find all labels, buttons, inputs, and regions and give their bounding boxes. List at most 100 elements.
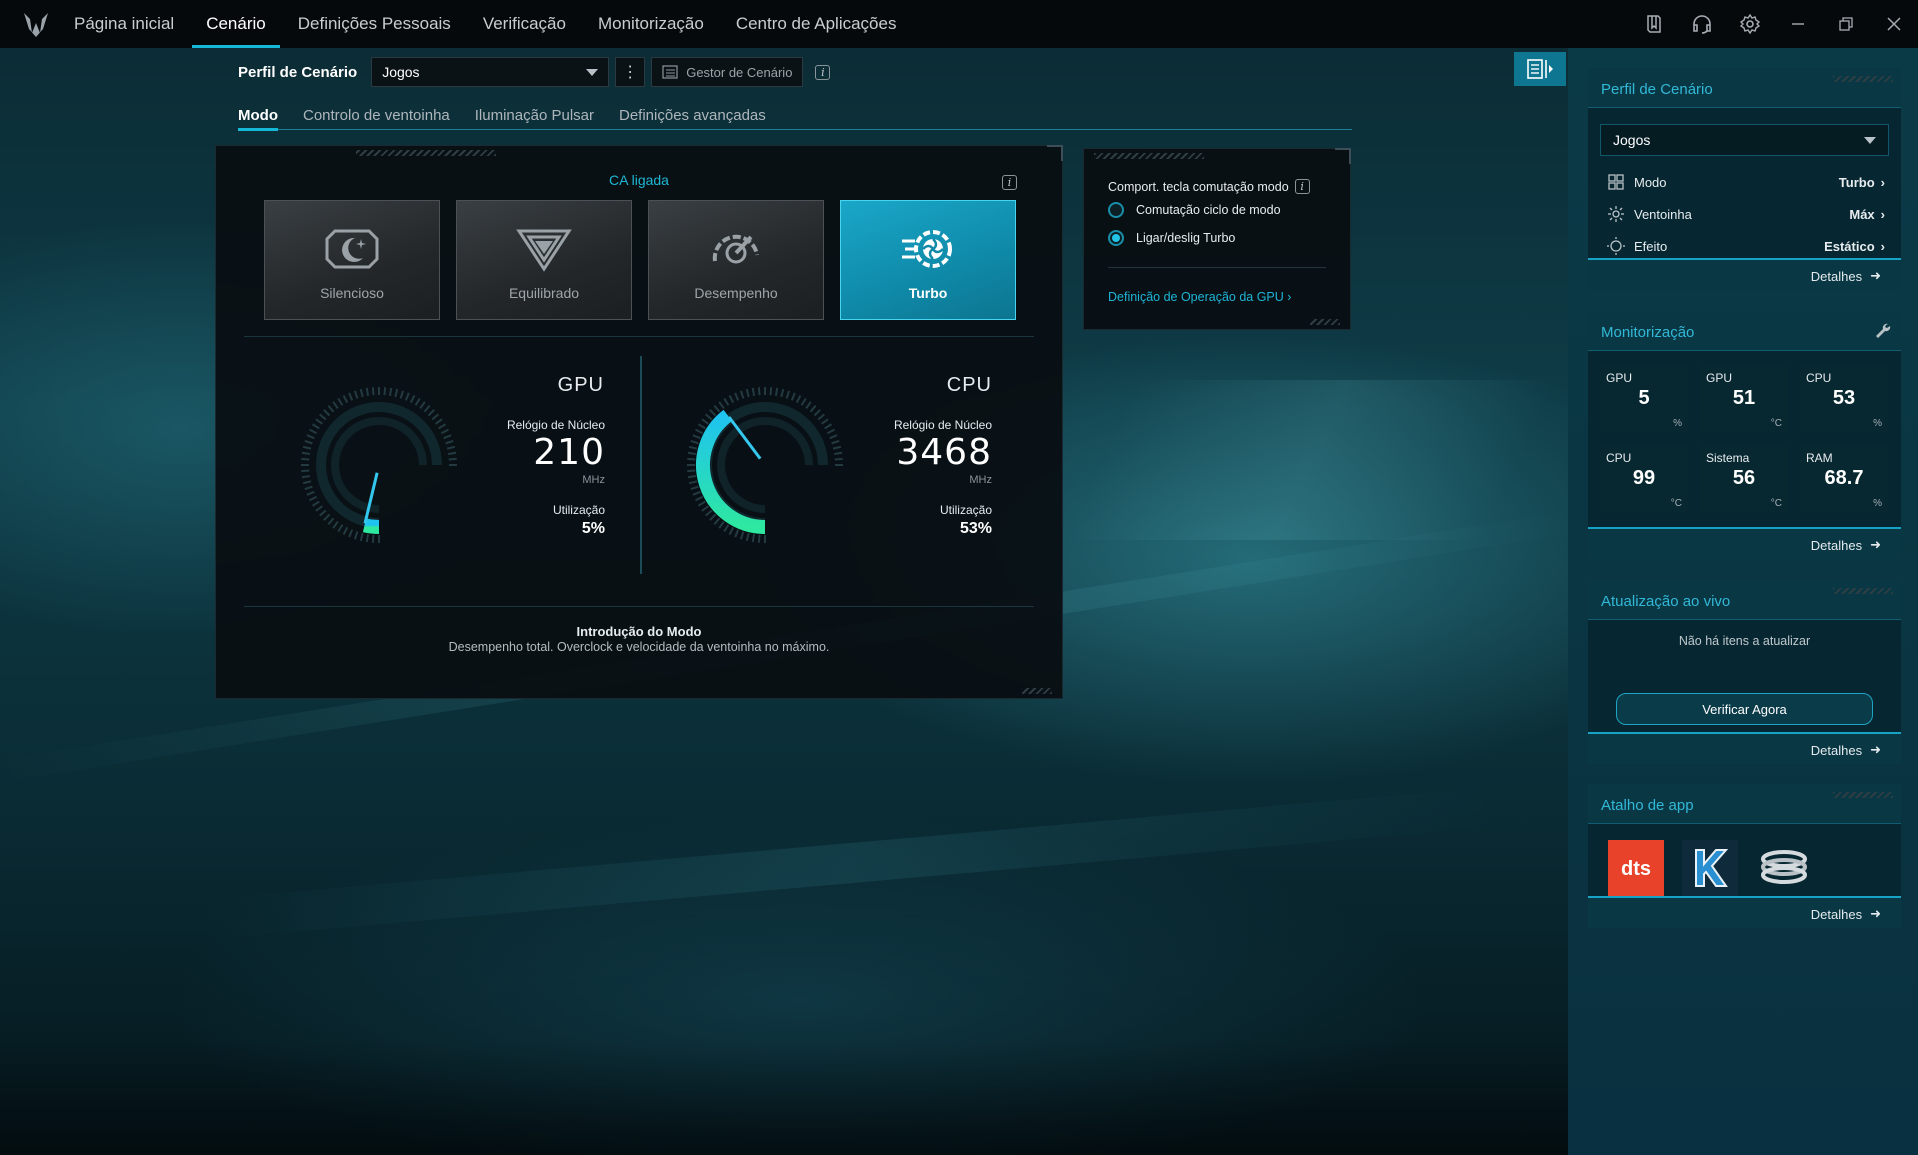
scenario-manager-button[interactable]: Gestor de Cenário <box>651 57 804 87</box>
cpu-gauge-tick <box>780 388 785 398</box>
killer-app-icon[interactable] <box>1682 840 1738 896</box>
gear-icon[interactable] <box>1726 0 1774 48</box>
sidebar-row-mode[interactable]: Modo Turbo › <box>1606 172 1885 192</box>
cell-label: CPU <box>1806 371 1832 385</box>
radio-cycle-mode[interactable]: Comutação ciclo de modo <box>1108 202 1281 218</box>
cpu-gauge-tick <box>695 428 704 435</box>
info-icon[interactable]: i <box>815 64 831 80</box>
gpu-gauge-tick <box>388 387 393 397</box>
more-options-icon[interactable]: ⋮ <box>615 57 646 87</box>
mode-performance-button[interactable]: Desempenho <box>648 200 824 320</box>
sidebar-profile-select[interactable]: Jogos <box>1600 124 1889 156</box>
row-label: Ventoinha <box>1634 206 1692 222</box>
details-label: Detalhes <box>1810 268 1863 284</box>
mode-silent-button[interactable]: Silencioso <box>264 200 440 320</box>
divider <box>244 336 1034 337</box>
gpu-operation-link-label: Definição de Operação da GPU <box>1108 290 1284 304</box>
check-now-button[interactable]: Verificar Agora <box>1616 693 1873 725</box>
gpu-gauge-tick <box>342 395 349 404</box>
gpu-gauge-tick <box>394 388 399 398</box>
gpu-util-value: 5% <box>581 520 605 537</box>
mode-balanced-button[interactable]: Equilibrado <box>456 200 632 320</box>
cpu-gauge-tick <box>833 451 843 456</box>
cpu-gauge-tick <box>728 526 735 535</box>
cpu-gauge-tick <box>709 409 717 417</box>
close-icon[interactable] <box>1870 0 1918 48</box>
chevron-right-icon: › <box>1880 174 1885 190</box>
cpu-gauge-tick <box>709 513 717 521</box>
dts-app-icon[interactable]: dts <box>1608 840 1664 896</box>
nav-check[interactable]: Verificação <box>483 0 566 48</box>
headset-icon[interactable] <box>1678 0 1726 48</box>
card-header: Atalho de app <box>1588 784 1901 824</box>
gpu-gauge-tick <box>383 387 387 396</box>
nav-home[interactable]: Página inicial <box>74 0 174 48</box>
gpu-gauge-tick <box>359 532 364 542</box>
gpu-gauge-tick <box>332 401 339 409</box>
radio-button[interactable] <box>1108 230 1124 246</box>
collapse-sidebar-button[interactable] <box>1514 52 1566 86</box>
tab-fan-control[interactable]: Controlo de ventoinha <box>303 100 450 130</box>
coil-app-icon[interactable] <box>1756 840 1812 896</box>
panel-hatch <box>1022 688 1052 694</box>
radio-button[interactable] <box>1108 202 1124 218</box>
chevron-down-icon <box>586 68 599 76</box>
tab-pulsar-lighting[interactable]: Iluminação Pulsar <box>475 100 594 130</box>
monitoring-details-link[interactable]: Detalhes ➜ <box>1811 537 1881 553</box>
minimize-icon[interactable] <box>1774 0 1822 48</box>
mode-key-behavior-title: Comport. tecla comutação modo i <box>1108 179 1310 194</box>
sidebar-profile-value: Jogos <box>1613 132 1651 148</box>
cell-unit: °C <box>1670 498 1682 509</box>
top-bar: Página inicial Cenário Definições Pessoa… <box>0 0 1918 48</box>
cpu-gauge-tick <box>757 387 761 396</box>
gpu-gauge-tick <box>315 418 323 425</box>
nav-personal-settings[interactable]: Definições Pessoais <box>298 0 451 48</box>
cpu-gauge-tick <box>821 418 829 425</box>
cell-value: 56 <box>1732 467 1756 489</box>
predator-logo-icon[interactable] <box>18 6 54 42</box>
gpu-clock-value: 210 <box>533 432 605 473</box>
gpu-gauge-tick <box>301 474 311 479</box>
tab-mode[interactable]: Modo <box>238 100 278 131</box>
live-update-details-link[interactable]: Detalhes ➜ <box>1811 742 1881 758</box>
gpu-clock-label: Relógio de Núcleo <box>506 418 605 432</box>
profile-details-link[interactable]: Detalhes ➜ <box>1811 268 1881 284</box>
gpu-gauge-tick <box>342 526 349 535</box>
chevron-right-icon: › <box>1880 206 1885 222</box>
radio-turbo-toggle[interactable]: Ligar/deslig Turbo <box>1108 230 1235 246</box>
row-label: Efeito <box>1634 238 1668 254</box>
gpu-gauge-tick <box>311 423 320 430</box>
radio-selected-dot <box>1112 234 1120 242</box>
info-icon[interactable]: i <box>1002 175 1017 190</box>
gpu-gauge-tick <box>323 409 331 417</box>
nav-app-center[interactable]: Centro de Aplicações <box>736 0 897 48</box>
app-shortcut-details-link[interactable]: Detalhes ➜ <box>1811 906 1881 922</box>
profile-card-title: Perfil de Cenário <box>1601 81 1713 98</box>
gpu-operation-link[interactable]: Definição de Operação da GPU › <box>1108 290 1291 304</box>
scenario-manager-label: Gestor de Cenário <box>686 64 793 80</box>
gpu-gauge-tick <box>348 392 354 401</box>
gpu-gauge-tick <box>443 434 452 440</box>
panel-corner <box>1047 145 1063 161</box>
divider <box>1108 267 1326 268</box>
gpu-gauge-tick <box>327 517 335 525</box>
card-header: Perfil de Cenário <box>1588 68 1901 108</box>
monitor-cell-gpu-temp: GPU 51 °C <box>1700 365 1788 433</box>
book-icon[interactable] <box>1630 0 1678 48</box>
app-shortcut-card-title: Atalho de app <box>1601 797 1694 814</box>
tab-advanced-settings[interactable]: Definições avançadas <box>619 100 766 130</box>
nav-monitoring[interactable]: Monitorização <box>598 0 704 48</box>
nav-scenario[interactable]: Cenário <box>192 0 280 48</box>
cpu-gauge-tick <box>734 529 740 538</box>
info-icon[interactable]: i <box>1294 179 1310 194</box>
scenario-profile-select[interactable]: Jogos <box>371 57 610 87</box>
mode-performance-label: Desempenho <box>694 285 778 301</box>
mode-turbo-button[interactable]: Turbo <box>840 200 1016 320</box>
sidebar-row-effect[interactable]: Efeito Estático › <box>1606 236 1885 256</box>
cpu-gauge-tick <box>718 401 725 409</box>
cell-unit: % <box>1873 498 1882 509</box>
sidebar-row-fan[interactable]: Ventoinha Máx › <box>1606 204 1885 224</box>
restore-icon[interactable] <box>1822 0 1870 48</box>
cpu-clock-unit: MHz <box>969 474 992 486</box>
wrench-icon[interactable] <box>1873 321 1891 344</box>
